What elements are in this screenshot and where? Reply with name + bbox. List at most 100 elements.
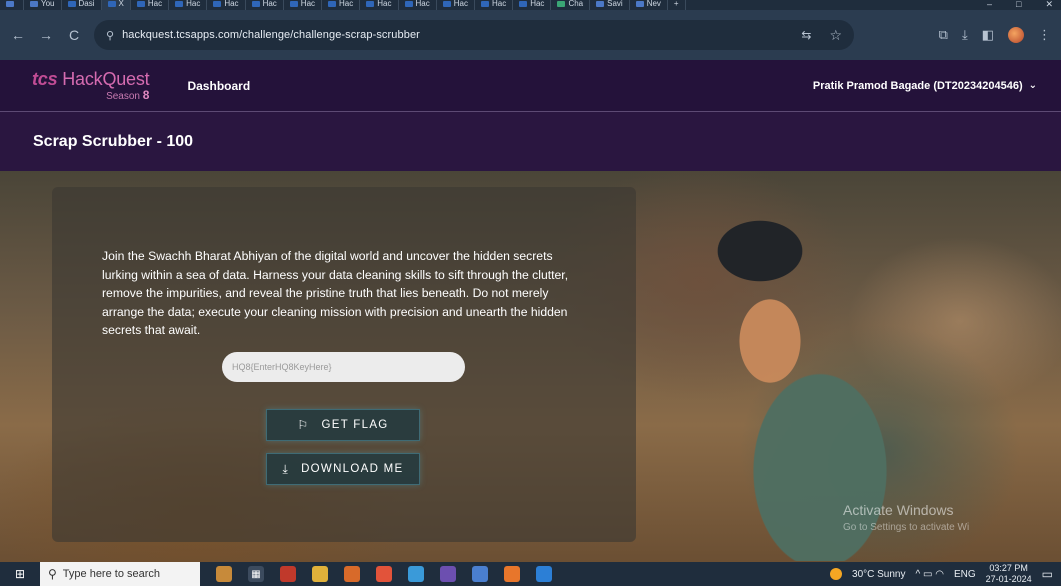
challenge-description: Join the Swachh Bharat Abhiyan of the di… xyxy=(102,249,569,337)
browser-tab[interactable]: Dasi xyxy=(62,0,102,10)
tab-label: You xyxy=(41,0,55,8)
address-bar[interactable]: ⚲ hackquest.tcsapps.com/challenge/challe… xyxy=(94,20,854,50)
downloads-icon[interactable]: ⤓ xyxy=(962,27,968,43)
forward-icon[interactable]: → xyxy=(38,27,54,43)
download-button[interactable]: ⤓ DOWNLOAD ME xyxy=(266,453,420,485)
logo-brand: tcs xyxy=(32,68,58,89)
tab-favicon-icon xyxy=(519,1,528,7)
toolbar-actions: ⧉ ⤓ ◧ ⋮ xyxy=(939,27,1051,43)
brave-browser-icon[interactable] xyxy=(376,566,392,582)
windows-taskbar: ⊞ ⚲ Type here to search ▦ 30°C Sunny ^ ▭… xyxy=(0,562,1061,586)
challenge-title-bar: Scrap Scrubber - 100 xyxy=(0,112,1061,171)
browser-tab[interactable]: Hac xyxy=(360,0,399,10)
file-explorer-icon[interactable] xyxy=(312,566,328,582)
browser-tab[interactable]: Hac xyxy=(513,0,552,10)
news-widget-icon[interactable] xyxy=(216,566,232,582)
browser-tab[interactable] xyxy=(0,0,24,10)
user-menu[interactable]: Pratik Pramod Bagade (DT20234204546) ⌄ xyxy=(813,80,1037,92)
browser-tab[interactable]: Hac xyxy=(437,0,475,10)
url-text[interactable]: hackquest.tcsapps.com/challenge/challeng… xyxy=(122,29,420,41)
vscode-icon[interactable] xyxy=(536,566,552,582)
challenge-card: Join the Swachh Bharat Abhiyan of the di… xyxy=(52,187,636,542)
nav-dashboard-link[interactable]: Dashboard xyxy=(187,79,250,93)
tab-favicon-icon xyxy=(251,1,260,7)
flag-input[interactable] xyxy=(222,352,465,382)
tab-label: + xyxy=(673,0,679,8)
download-label: DOWNLOAD ME xyxy=(301,463,404,475)
side-panel-icon[interactable]: ◧ xyxy=(982,27,994,43)
get-flag-label: GET FLAG xyxy=(321,419,389,431)
language-indicator[interactable]: ENG xyxy=(954,569,976,580)
browser-tab[interactable]: You xyxy=(24,0,62,10)
site-info-icon[interactable]: ⚲ xyxy=(106,29,114,42)
winrar-icon[interactable] xyxy=(440,566,456,582)
reload-icon[interactable]: C xyxy=(66,27,82,43)
browser-tab[interactable]: Hac xyxy=(131,0,170,10)
clock-date: 27-01-2024 xyxy=(985,574,1032,584)
tab-favicon-icon xyxy=(480,1,489,7)
chrome-browser-icon[interactable] xyxy=(408,566,424,582)
tab-label: Savi xyxy=(607,0,623,8)
weather-sun-icon[interactable] xyxy=(830,568,843,580)
tab-label: Hac xyxy=(415,0,430,8)
browser-tab[interactable]: + xyxy=(668,0,686,10)
get-flag-button[interactable]: ⚐ GET FLAG xyxy=(266,409,420,441)
maximize-button[interactable]: □ xyxy=(1016,0,1021,9)
site-header: tcs HackQuest Season 8 Dashboard Pratik … xyxy=(0,60,1061,112)
tab-favicon-icon xyxy=(442,1,451,7)
browser-tab[interactable]: Hac xyxy=(207,0,246,10)
close-window-button[interactable]: ✕ xyxy=(1045,0,1053,9)
profile-avatar[interactable] xyxy=(1008,27,1024,43)
browser-tab[interactable]: Hac xyxy=(169,0,208,10)
browser-tab[interactable]: Savi xyxy=(590,0,630,10)
tab-favicon-icon xyxy=(557,1,566,7)
tab-favicon-icon xyxy=(289,1,298,7)
tab-favicon-icon xyxy=(175,1,184,7)
tab-favicon-icon xyxy=(213,1,222,7)
browser-tab[interactable]: Hac xyxy=(322,0,361,10)
task-view-icon[interactable]: ▦ xyxy=(248,566,264,582)
window-controls: – □ ✕ xyxy=(987,0,1061,9)
browser-tab[interactable]: Cha xyxy=(551,0,591,10)
tab-label: Dasi xyxy=(78,0,95,8)
extensions-icon[interactable]: ⧉ xyxy=(939,27,948,43)
system-tray: 30°C Sunny ^ ▭ ◠ ENG 03:27 PM 27-01-2024… xyxy=(830,563,1061,585)
bookmark-star-icon[interactable]: ☆ xyxy=(829,27,842,44)
download-icon: ⤓ xyxy=(282,461,290,476)
tab-label: Hac xyxy=(147,0,163,8)
taskbar-clock[interactable]: 03:27 PM 27-01-2024 xyxy=(986,563,1032,585)
tab-favicon-icon xyxy=(67,1,76,7)
tab-favicon-icon xyxy=(30,1,38,7)
browser-tab[interactable]: Nev xyxy=(630,0,668,10)
minimize-button[interactable]: – xyxy=(987,0,992,9)
browser-tab[interactable]: Hac xyxy=(246,0,284,10)
tab-favicon-icon xyxy=(107,1,116,7)
back-icon[interactable]: ← xyxy=(10,27,26,43)
activate-windows-watermark: Activate Windows Go to Settings to activ… xyxy=(843,501,969,537)
notification-icon[interactable]: ▭ xyxy=(1042,567,1053,581)
taskbar-search-placeholder: Type here to search xyxy=(62,568,161,580)
browser-tab[interactable]: X xyxy=(101,0,131,10)
tcs-hackquest-logo[interactable]: tcs HackQuest Season 8 xyxy=(32,68,150,102)
vlc-icon[interactable] xyxy=(344,566,360,582)
weather-text[interactable]: 30°C Sunny xyxy=(852,569,905,580)
translate-icon[interactable]: ⇆ xyxy=(801,28,811,42)
tab-favicon-icon xyxy=(136,1,145,7)
notes-app-icon[interactable] xyxy=(472,566,488,582)
browser-menu-icon[interactable]: ⋮ xyxy=(1038,27,1051,43)
windows-start-icon[interactable]: ⊞ xyxy=(0,562,40,586)
tab-label: Hac xyxy=(491,0,507,8)
tab-label: Hac xyxy=(262,0,277,8)
firefox-icon[interactable] xyxy=(504,566,520,582)
flag-icon: ⚐ xyxy=(297,418,310,432)
browser-tab[interactable]: Hac xyxy=(399,0,437,10)
camera-app-icon[interactable] xyxy=(280,566,296,582)
clock-time: 03:27 PM xyxy=(989,563,1028,573)
tab-label: X xyxy=(118,0,124,8)
browser-tab[interactable]: Hac xyxy=(475,0,514,10)
tray-icons[interactable]: ^ ▭ ◠ xyxy=(916,569,944,580)
browser-tab[interactable]: Hac xyxy=(284,0,323,10)
chevron-down-icon: ⌄ xyxy=(1028,80,1037,91)
tab-favicon-icon xyxy=(328,1,337,7)
taskbar-search[interactable]: ⚲ Type here to search xyxy=(40,562,200,586)
